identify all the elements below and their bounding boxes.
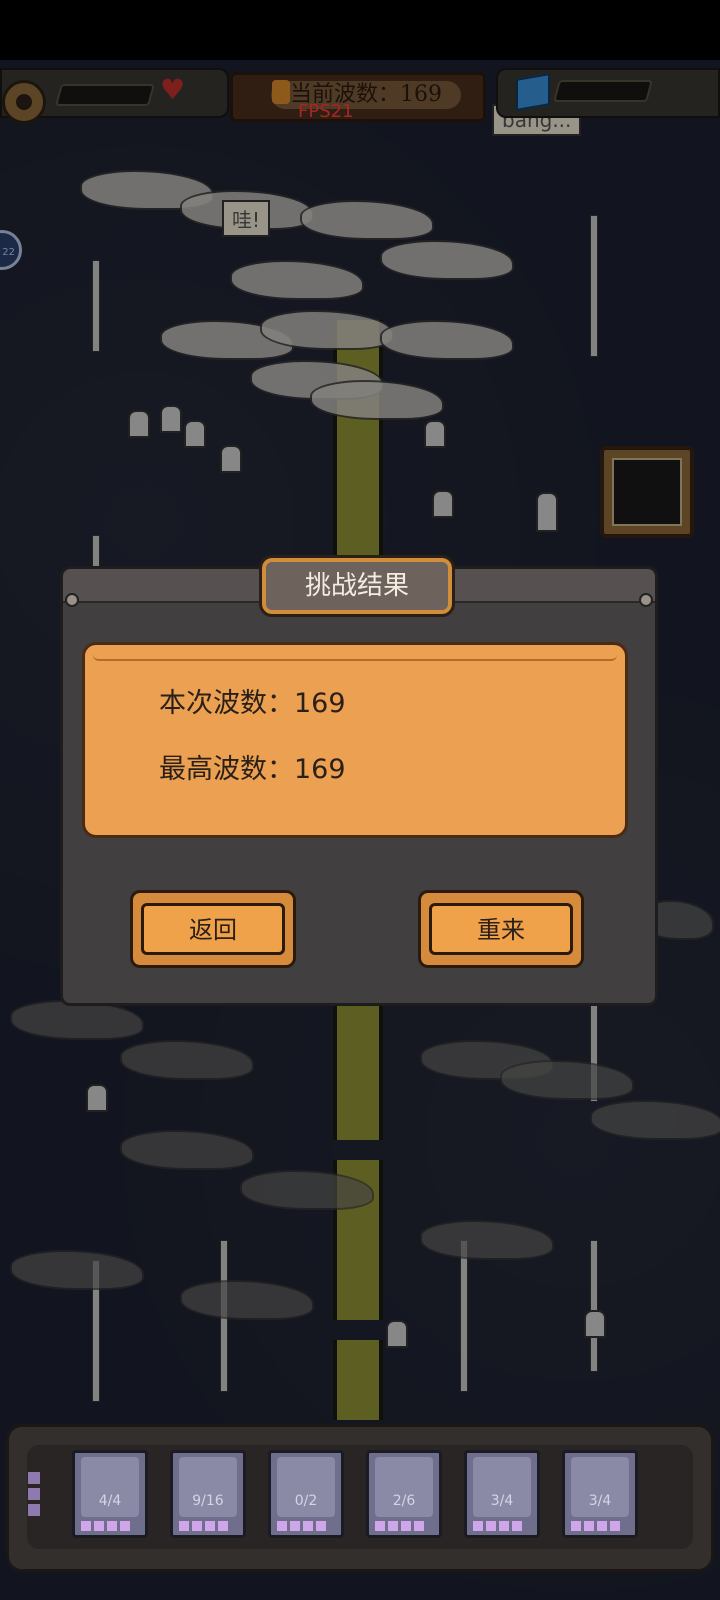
unit-count: 9/16 — [192, 1493, 224, 1509]
current-wave-row: 本次波数：169 — [159, 681, 346, 720]
unit-count: 3/4 — [490, 1493, 514, 1509]
unit-card[interactable]: 9/16 — [170, 1450, 246, 1538]
dialog-title: 挑战结果 — [259, 555, 455, 617]
retry-button[interactable]: 重来 — [418, 890, 584, 968]
rivet — [639, 593, 653, 607]
unit-level-pips — [375, 1521, 424, 1531]
best-wave-row: 最高波数：169 — [159, 747, 346, 786]
back-button[interactable]: 返回 — [130, 890, 296, 968]
unit-card[interactable]: 3/4 — [464, 1450, 540, 1538]
unit-level-pips — [179, 1521, 228, 1531]
current-wave-value: 169 — [294, 688, 346, 719]
unit-count: 2/6 — [392, 1493, 416, 1509]
unit-level-pips — [277, 1521, 326, 1531]
current-wave-label: 本次波数： — [159, 688, 294, 719]
unit-count: 4/4 — [98, 1493, 122, 1509]
unit-level-pips — [473, 1521, 522, 1531]
unit-level-pips — [571, 1521, 620, 1531]
retry-button-label: 重来 — [429, 903, 573, 955]
unit-card[interactable]: 4/4 — [72, 1450, 148, 1538]
unit-card[interactable]: 3/4 — [562, 1450, 638, 1538]
status-bar — [0, 0, 720, 60]
unit-level-pips — [81, 1521, 130, 1531]
best-wave-value: 169 — [294, 754, 346, 785]
unit-count: 3/4 — [588, 1493, 612, 1509]
unit-card[interactable]: 2/6 — [366, 1450, 442, 1538]
unit-count: 0/2 — [294, 1493, 318, 1509]
result-scroll: 本次波数：169 最高波数：169 — [82, 642, 628, 838]
unit-card[interactable]: 0/2 — [268, 1450, 344, 1538]
best-wave-label: 最高波数： — [159, 754, 294, 785]
back-button-label: 返回 — [141, 903, 285, 955]
rivet — [65, 593, 79, 607]
unit-bar-indicator — [28, 1472, 42, 1520]
